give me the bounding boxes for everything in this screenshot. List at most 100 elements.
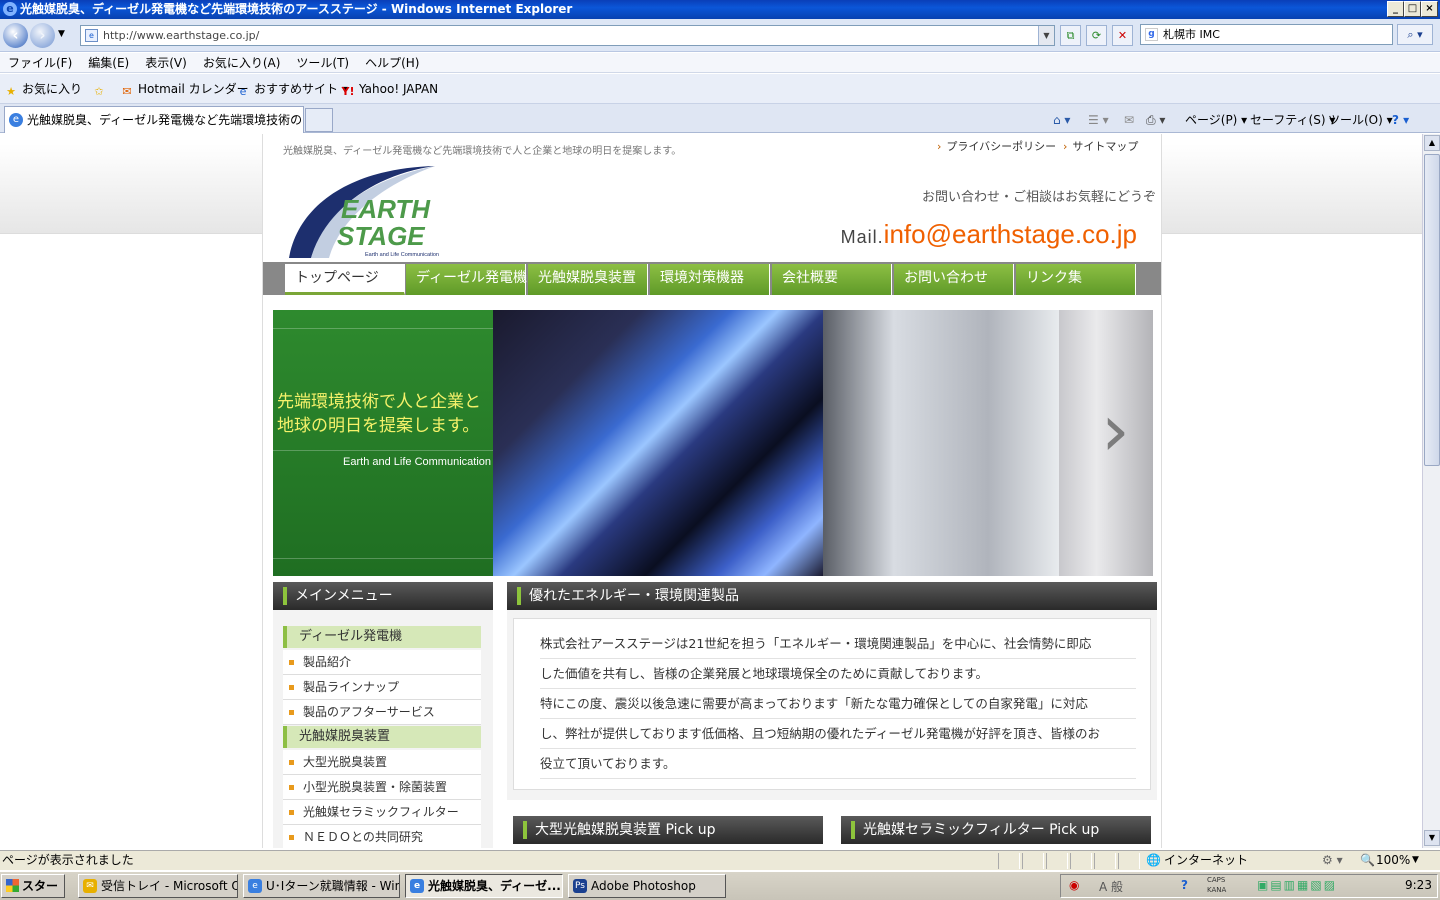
privacy-policy-link[interactable]: プライバシーポリシー [937, 138, 1056, 154]
start-button[interactable]: スタート [1, 874, 65, 898]
new-tab-button[interactable] [305, 108, 333, 132]
maximize-button[interactable]: □ [1404, 1, 1421, 17]
nav-contact[interactable]: お問い合わせ [894, 264, 1014, 295]
search-value: 札幌市 IMC [1163, 28, 1220, 41]
windows-logo-icon [6, 879, 19, 892]
hotmail-icon: ✉ [122, 85, 132, 98]
ie-icon: e [248, 879, 262, 893]
inquiry-text: お問い合わせ・ご相談はお気軽にどうぞ [922, 190, 1157, 205]
task-earthstage[interactable]: e 光触媒脱臭、ディーゼ... [405, 874, 563, 898]
close-button[interactable]: × [1421, 1, 1438, 17]
menu-edit[interactable]: 編集(E) [80, 53, 137, 73]
home-icon[interactable]: ⌂ ▾ [1053, 112, 1070, 128]
tools-menu[interactable]: ツール(O) ▾ [1328, 112, 1393, 128]
tab-title: 光触媒脱臭、ディーゼル発電機など先端環境技術のア... [27, 113, 304, 127]
scroll-up-icon[interactable]: ▲ [1424, 135, 1440, 151]
ie-tab-icon: e [9, 113, 23, 127]
menu-cat-photocatalyst[interactable]: 光触媒脱臭装置 [283, 726, 481, 748]
zoom-dropdown-icon[interactable]: ▼ [1412, 851, 1419, 870]
menu-item-nedo[interactable]: ＮＥＤＯとの共同研究 [283, 825, 481, 848]
fav-hotmail[interactable]: ✉ Hotmail カレンダー [120, 81, 248, 99]
favorites-button[interactable]: ★ お気に入り [4, 81, 82, 99]
forward-button[interactable]: › [30, 23, 55, 48]
fav-yahoo-label: Yahoo! JAPAN [359, 82, 439, 96]
tab-earthstage[interactable]: e 光触媒脱臭、ディーゼル発電機など先端環境技術のア... [4, 106, 304, 133]
ie-icon: e [239, 85, 247, 98]
ime-help-icon[interactable]: ? [1181, 878, 1188, 892]
add-favorite-button[interactable]: ✩ [92, 81, 110, 99]
nav-links[interactable]: リンク集 [1016, 264, 1136, 295]
menu-item-large-deodorizer[interactable]: 大型光脱臭装置 [283, 750, 481, 775]
zoom-level[interactable]: 100% [1376, 851, 1410, 870]
menu-view[interactable]: 表示(V) [137, 53, 195, 73]
history-dropdown-icon[interactable]: ▼ [58, 29, 65, 39]
task-ui-turn[interactable]: e U･Iターン就職情報 - Win... [243, 874, 400, 898]
caps-indicator: CAPS [1207, 876, 1226, 884]
menu-item-product-intro[interactable]: 製品紹介 [283, 650, 481, 675]
compatibility-view-icon[interactable]: ⧉ [1060, 25, 1081, 46]
status-segment [1094, 853, 1116, 869]
feeds-icon[interactable]: ☰ ▾ [1088, 112, 1109, 128]
menu-item-small-deodorizer[interactable]: 小型光脱臭装置・除菌装置 [283, 775, 481, 800]
sitemap-link[interactable]: サイトマップ [1063, 138, 1138, 154]
task-label: 光触媒脱臭、ディーゼ... [428, 879, 561, 893]
page-menu[interactable]: ページ(P) ▾ [1185, 112, 1247, 128]
hero-next-arrow-icon[interactable]: › [1101, 390, 1130, 470]
refresh-icon[interactable]: ⟳ [1086, 25, 1107, 46]
menu-item-ceramic-filter[interactable]: 光触媒セラミックフィルター [283, 800, 481, 825]
hero-subtitle: Earth and Life Communication [343, 456, 491, 468]
favorites-bar: ★ お気に入り ✩ ✉ Hotmail カレンダー e おすすめサイト ▾ Y! Yah… [0, 74, 1440, 104]
menu-help[interactable]: ヘルプ(H) [357, 53, 427, 73]
protected-mode-icon[interactable]: ⚙ ▾ [1322, 851, 1343, 870]
minimize-button[interactable]: _ [1387, 1, 1404, 17]
safety-menu[interactable]: セーフティ(S) ▾ [1250, 112, 1335, 128]
mail-icon[interactable]: ✉ [1124, 112, 1134, 128]
hero-headline: 先端環境技術で人と企業と地球の明日を提案します。 [277, 392, 481, 436]
nav-environment[interactable]: 環境対策機器 [650, 264, 770, 295]
nav-diesel-generator[interactable]: ディーゼル発電機 [406, 264, 527, 295]
vertical-scrollbar[interactable]: ▲ ▼ [1422, 134, 1440, 848]
page-viewport: 光触媒脱臭、ディーゼル発電機など先端環境技術で人と企業と地球の明日を提案します。… [0, 134, 1422, 848]
clock[interactable]: 9:23 [1405, 878, 1432, 892]
help-icon[interactable]: ? ▾ [1392, 112, 1409, 128]
search-button[interactable]: ⌕ ▾ [1397, 24, 1433, 45]
menu-tools[interactable]: ツール(T) [288, 53, 357, 73]
search-input[interactable]: g 札幌市 IMC [1140, 24, 1393, 45]
global-nav: トップページ ディーゼル発電機 光触媒脱臭装置 環境対策機器 会社概要 お問い合… [263, 262, 1161, 295]
intro-line: 役立て頂いております。 [540, 749, 1136, 779]
earthstage-logo[interactable]: EARTH STAGE Earth and Life Communication [285, 162, 455, 258]
stop-icon[interactable]: ✕ [1112, 25, 1133, 46]
address-dropdown-icon[interactable]: ▼ [1038, 26, 1054, 45]
ime-icon[interactable]: ◉ [1069, 878, 1079, 892]
pickup-ceramic-filter-title[interactable]: 光触媒セラミックフィルター Pick up [841, 816, 1151, 844]
menu-item-after-service[interactable]: 製品のアフターサービス [283, 700, 481, 725]
intro-line: 特にこの度、震災以後急速に需要が高まっております「新たな電力確保としての自家発電… [540, 689, 1136, 719]
back-button[interactable]: ‹ [3, 23, 28, 48]
scroll-down-icon[interactable]: ▼ [1424, 830, 1440, 846]
task-photoshop[interactable]: Ps Adobe Photoshop [568, 874, 726, 898]
task-outlook[interactable]: ✉ 受信トレイ - Microsoft O... [78, 874, 238, 898]
menu-file[interactable]: ファイル(F) [0, 53, 80, 73]
nav-top-page[interactable]: トップページ [285, 264, 405, 295]
fav-suggested-label: おすすめサイト ▾ [254, 82, 348, 96]
nav-photocatalyst[interactable]: 光触媒脱臭装置 [528, 264, 648, 295]
nav-company[interactable]: 会社概要 [772, 264, 892, 295]
address-bar[interactable]: e http://www.earthstage.co.jp/ ▼ [80, 25, 1055, 46]
menu-item-lineup[interactable]: 製品ラインナップ [283, 675, 481, 700]
menu-cat-diesel[interactable]: ディーゼル発電機 [283, 626, 481, 648]
zoom-icon[interactable]: 🔍 [1360, 851, 1375, 870]
mail-address-link[interactable]: info@earthstage.co.jp [884, 219, 1137, 249]
print-icon[interactable]: ⎙ ▾ [1146, 112, 1165, 128]
scroll-thumb[interactable] [1424, 154, 1440, 466]
status-segment [1046, 853, 1068, 869]
fav-yahoo[interactable]: Y! Yahoo! JAPAN [341, 81, 439, 99]
logo-stage-text: STAGE [337, 221, 425, 251]
tray-app-icons[interactable]: ▣▤▥▦▧▨ [1257, 878, 1337, 892]
fav-suggested-sites[interactable]: e おすすめサイト ▾ [236, 81, 348, 99]
add-star-icon: ✩ [94, 85, 104, 98]
menu-favorites[interactable]: お気に入り(A) [195, 53, 289, 73]
logo-earth-text: EARTH [341, 194, 431, 224]
ime-mode[interactable]: A 般 [1099, 878, 1123, 895]
pickup-large-deodorizer-title[interactable]: 大型光触媒脱臭装置 Pick up [513, 816, 823, 844]
main-menu-title: メインメニュー [273, 582, 493, 610]
